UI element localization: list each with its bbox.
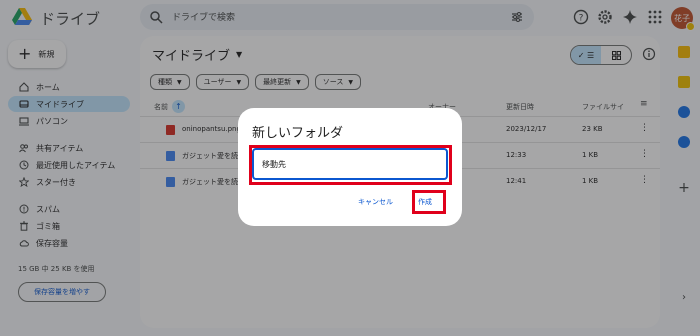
folder-name-input[interactable] — [252, 148, 448, 180]
cancel-button[interactable]: キャンセル — [358, 194, 393, 210]
create-button[interactable]: 作成 — [418, 194, 432, 210]
dialog-title: 新しいフォルダ — [252, 126, 344, 141]
new-folder-dialog: 新しいフォルダ キャンセル 作成 — [238, 108, 462, 226]
